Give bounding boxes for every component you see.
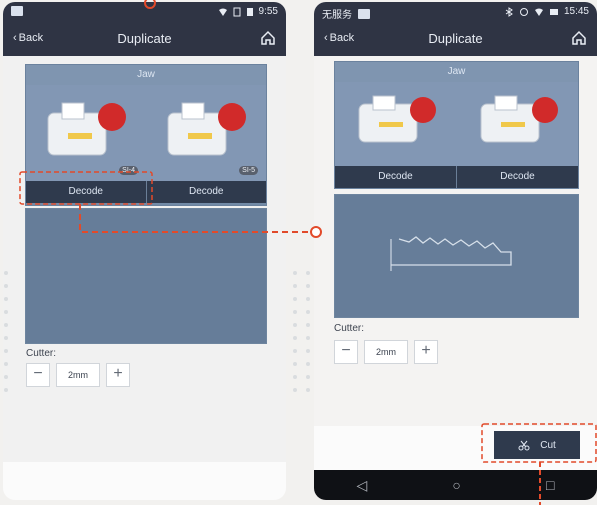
decode-button-left[interactable]: Decode [26, 181, 146, 203]
decorative-dot [4, 310, 8, 314]
jaw-option-right[interactable]: SI-5 [146, 85, 266, 181]
decode-button-right[interactable]: Decode [456, 166, 578, 188]
jaw-panel: Jaw Decode Decode [334, 61, 579, 189]
recent-apps-icon[interactable]: □ [546, 477, 554, 493]
cut-button[interactable]: Cut [494, 431, 580, 459]
decorative-dot [306, 323, 310, 327]
decorative-dot [293, 271, 297, 275]
jaw-title: Jaw [26, 65, 266, 85]
middle-side-dots [289, 262, 301, 416]
decorative-dot [306, 336, 310, 340]
cutter-decrease-button[interactable]: − [334, 340, 358, 364]
cutter-label: Cutter: [334, 323, 365, 334]
home-circle-icon[interactable]: ○ [452, 477, 460, 493]
jaw-option-right[interactable] [456, 82, 578, 178]
decorative-dot [4, 323, 8, 327]
decode-row: Decode Decode [335, 166, 578, 188]
jaw-image-left [358, 95, 436, 143]
cutter-decrease-button[interactable]: − [26, 363, 50, 387]
decorative-dot [4, 297, 8, 301]
key-profile-graph [390, 236, 512, 271]
cutter-stepper: − 2mm + [334, 340, 438, 364]
decode-preview-area [334, 194, 579, 318]
decode-button-right[interactable]: Decode [145, 181, 266, 203]
decorative-dot [293, 284, 297, 288]
decode-row: Decode Decode [26, 181, 266, 203]
decorative-dot [293, 323, 297, 327]
battery-icon [246, 7, 253, 16]
phone-screen-right: 无服务 15:45 ‹ Back Duplicate Jaw Decode De… [314, 2, 597, 500]
notification-icon [358, 8, 370, 19]
decorative-dot [306, 271, 310, 275]
carrier-label: 无服务 [322, 10, 352, 21]
decorative-dot [306, 284, 310, 288]
top-navigation-bar: ‹ Back Duplicate [3, 22, 286, 56]
status-right: 15:45 [504, 6, 589, 17]
left-side-dots [0, 262, 12, 416]
decorative-dot [306, 375, 310, 379]
decorative-dot [293, 349, 297, 353]
decorative-dot [4, 375, 8, 379]
jaw-badge-si4: SI-4 [119, 166, 138, 175]
decorative-dot [4, 349, 8, 353]
status-left [11, 6, 23, 16]
cutter-increase-button[interactable]: + [106, 363, 130, 387]
wifi-icon [534, 8, 543, 16]
back-triangle-icon[interactable]: ◁ [357, 477, 368, 494]
top-navigation-bar: ‹ Back Duplicate [314, 22, 597, 56]
decode-preview-area [25, 208, 267, 344]
wifi-icon [218, 8, 227, 16]
decorative-dot [293, 388, 297, 392]
decorative-dot [4, 284, 8, 288]
cutter-stepper: − 2mm + [26, 363, 130, 387]
sim-icon [233, 7, 241, 16]
bottom-action-bar [3, 462, 286, 500]
jaw-image-right [480, 95, 558, 143]
alarm-icon [519, 7, 528, 16]
decorative-dot [4, 271, 8, 275]
home-icon[interactable] [571, 30, 587, 46]
jaw-badge-si5: SI-5 [239, 166, 258, 175]
decorative-dot [4, 388, 8, 392]
decorative-dot [306, 362, 310, 366]
middle-side-dots-2 [302, 262, 314, 416]
cutter-increase-button[interactable]: + [414, 340, 438, 364]
decode-button-left[interactable]: Decode [335, 166, 456, 188]
home-icon[interactable] [260, 30, 276, 46]
decorative-dot [306, 310, 310, 314]
page-title: Duplicate [117, 31, 172, 46]
jaw-option-left[interactable]: SI-4 [26, 85, 147, 181]
decorative-dot [4, 336, 8, 340]
decorative-dot [293, 375, 297, 379]
battery-icon [549, 8, 558, 15]
cutter-value[interactable]: 2mm [56, 363, 100, 387]
jaw-title: Jaw [335, 62, 578, 82]
decorative-dot [4, 362, 8, 366]
clock-time: 9:55 [258, 6, 278, 17]
system-navigation-bar: ◁ ○ □ [314, 470, 597, 500]
status-bar: 9:55 [3, 2, 286, 22]
notification-icon [11, 6, 23, 16]
jaw-option-left[interactable] [335, 82, 458, 178]
decorative-dot [293, 362, 297, 366]
status-left: 无服务 [322, 6, 370, 21]
scissors-icon [518, 440, 530, 451]
clock-time: 15:45 [563, 6, 589, 17]
cut-label: Cut [540, 439, 556, 451]
decorative-dot [293, 297, 297, 301]
decorative-dot [293, 310, 297, 314]
page-title: Duplicate [428, 31, 483, 46]
cutter-value[interactable]: 2mm [364, 340, 408, 364]
status-right: 9:55 [218, 6, 278, 17]
bluetooth-icon [505, 6, 513, 17]
cutter-label: Cutter: [26, 348, 57, 359]
decorative-dot [293, 336, 297, 340]
decorative-dot [306, 297, 310, 301]
jaw-panel: Jaw SI-4 SI-5 Decode Decode [25, 64, 267, 206]
status-bar: 无服务 15:45 [314, 2, 597, 22]
decorative-dot [306, 388, 310, 392]
phone-screen-left: 9:55 ‹ Back Duplicate Jaw SI-4 SI-5 Deco… [3, 2, 286, 500]
decorative-dot [306, 349, 310, 353]
